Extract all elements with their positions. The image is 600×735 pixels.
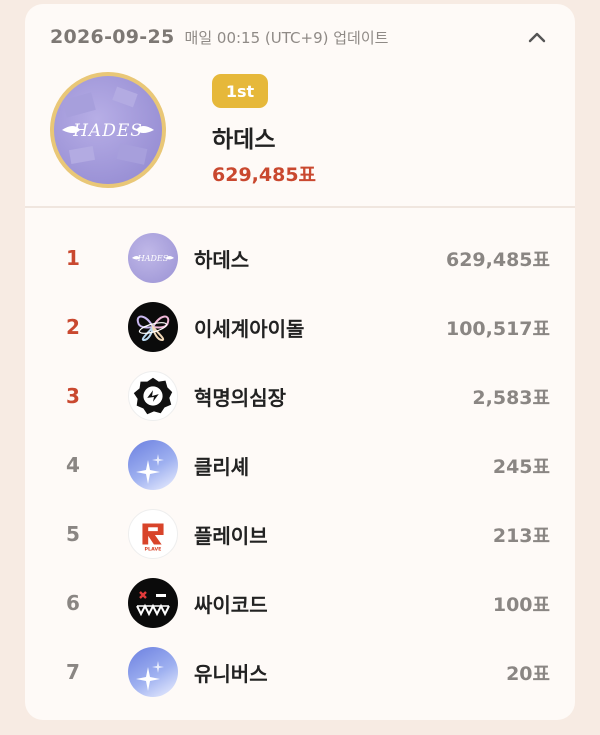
rank-number: 6 bbox=[66, 591, 80, 615]
plave-logo-text: PLAVE bbox=[145, 546, 162, 552]
group-name: 이세계아이돌 bbox=[194, 316, 305, 341]
rank-number: 1 bbox=[66, 246, 80, 270]
group-name: 싸이코드 bbox=[194, 592, 268, 617]
winner-section: HADES 1st 하데스 629,485표 bbox=[50, 72, 550, 192]
hades-logo-text: HADES bbox=[72, 121, 143, 141]
hades-logo-icon: HADES bbox=[62, 86, 154, 165]
winner-name: 하데스 bbox=[212, 127, 276, 153]
group-name: 유니버스 bbox=[194, 661, 268, 686]
vote-count: 245표 bbox=[492, 455, 550, 478]
update-schedule: 매일 00:15 (UTC+9) 업데이트 bbox=[184, 28, 389, 47]
gear-heart-logo-icon bbox=[128, 371, 178, 421]
ranking-row[interactable]: 5 PLAVE 플레이브 213표 bbox=[50, 506, 550, 562]
divider bbox=[25, 206, 575, 208]
winner-avatar[interactable]: HADES bbox=[50, 72, 166, 188]
butterfly-logo-icon bbox=[128, 302, 178, 352]
plave-logo-icon: PLAVE bbox=[128, 509, 178, 559]
vote-count: 100,517표 bbox=[445, 317, 550, 340]
ranking-row[interactable]: 1 HADES 하데스 629,485표 bbox=[50, 230, 550, 286]
vote-count: 629,485표 bbox=[445, 248, 550, 271]
sparkle-logo-icon bbox=[128, 440, 178, 490]
rank-number: 5 bbox=[66, 522, 80, 546]
group-name: 혁명의심장 bbox=[194, 385, 286, 410]
sparkle-logo-icon bbox=[128, 647, 178, 697]
ranking-row[interactable]: 3 혁명의심장 2,583표 bbox=[50, 368, 550, 424]
vote-count: 20표 bbox=[506, 662, 550, 685]
card-header: 2026-09-25 매일 00:15 (UTC+9) 업데이트 bbox=[50, 22, 550, 52]
chevron-up-icon[interactable] bbox=[524, 24, 550, 50]
ranking-row[interactable]: 2 이세계아이돌 100,517표 bbox=[50, 299, 550, 355]
winner-votes: 629,485표 bbox=[212, 164, 317, 186]
hades-logo-icon: HADES bbox=[128, 233, 178, 283]
group-name: 클리셰 bbox=[194, 454, 250, 479]
update-date: 2026-09-25 bbox=[50, 26, 175, 48]
rank-number: 7 bbox=[66, 660, 80, 684]
ranking-row[interactable]: 4 클리셰 245표 bbox=[50, 437, 550, 493]
ranking-row[interactable]: 6 싸이코드 100표 bbox=[50, 575, 550, 631]
group-name: 플레이브 bbox=[194, 523, 268, 548]
vote-count: 2,583표 bbox=[472, 386, 550, 409]
rank-number: 4 bbox=[66, 453, 80, 477]
rank-number: 2 bbox=[66, 315, 80, 339]
rank-number: 3 bbox=[66, 384, 80, 408]
hades-logo-text: HADES bbox=[137, 254, 169, 263]
group-name: 하데스 bbox=[194, 247, 250, 272]
vote-count: 213표 bbox=[492, 524, 550, 547]
smile-face-logo-icon bbox=[128, 578, 178, 628]
ranking-row[interactable]: 7 유니버스 20표 bbox=[50, 644, 550, 700]
ranking-card: 2026-09-25 매일 00:15 (UTC+9) 업데이트 HADES 1… bbox=[25, 4, 575, 720]
vote-count: 100표 bbox=[492, 593, 550, 616]
first-place-badge: 1st bbox=[212, 74, 268, 108]
